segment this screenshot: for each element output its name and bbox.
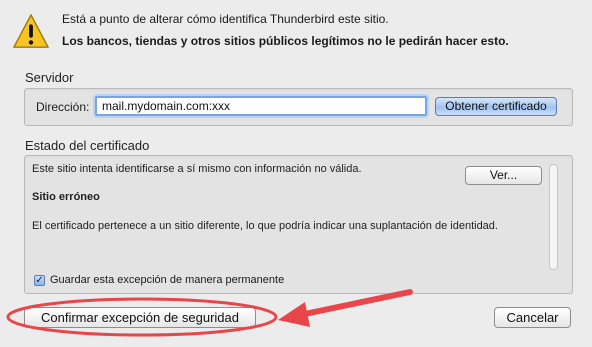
warning-message: Los bancos, tiendas y otros sitios públi… <box>62 34 509 48</box>
view-certificate-button[interactable]: Ver... <box>465 166 542 185</box>
warning-icon <box>13 14 49 48</box>
certificate-intro-text: Este sitio intenta identificarse a sí mi… <box>32 163 362 175</box>
problem-heading: Sitio erróneo <box>32 191 100 203</box>
get-certificate-button[interactable]: Obtener certificado <box>435 97 557 116</box>
scrollbar-thumb[interactable] <box>549 164 558 270</box>
confirm-exception-button[interactable]: Confirmar excepción de seguridad <box>24 307 256 328</box>
address-input[interactable] <box>95 96 427 116</box>
permanent-exception-label[interactable]: Guardar esta excepción de manera permane… <box>50 274 284 286</box>
info-message: Está a punto de alterar cómo identifica … <box>62 12 389 26</box>
problem-detail-text: El certificado pertenece a un sitio dife… <box>32 220 498 232</box>
cancel-button[interactable]: Cancelar <box>494 307 571 328</box>
address-label: Dirección: <box>36 100 90 114</box>
certificate-status-title: Estado del certificado <box>25 138 150 153</box>
annotation-arrowhead <box>278 302 310 327</box>
annotation-arrow <box>297 289 413 318</box>
server-section-title: Servidor <box>25 70 74 85</box>
permanent-exception-checkbox[interactable]: ✓ <box>34 275 45 286</box>
